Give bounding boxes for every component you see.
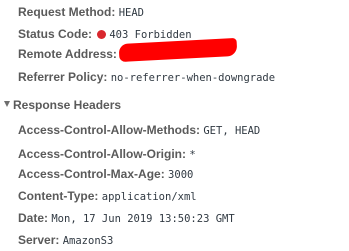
header-key: Access-Control-Max-Age: <box>18 167 165 181</box>
status-code-value: 403 Forbidden <box>109 29 192 41</box>
header-key: Server: <box>18 233 60 247</box>
header-row: Content-Type: application/xml <box>18 189 197 204</box>
remote-address-key: Remote Address: <box>18 47 117 61</box>
header-value: GET, HEAD <box>203 125 261 137</box>
header-key: Access-Control-Allow-Origin: <box>18 147 187 161</box>
header-value: application/xml <box>101 191 197 203</box>
request-method-row: Request Method: HEAD <box>18 5 144 20</box>
remote-address-row: Remote Address: <box>18 47 117 62</box>
response-headers-title: Response Headers <box>13 98 122 112</box>
status-code-row: Status Code: 403 Forbidden <box>18 27 192 42</box>
header-row: Server: AmazonS3 <box>18 233 113 248</box>
header-row: Access-Control-Allow-Methods: GET, HEAD <box>18 123 260 138</box>
header-value: AmazonS3 <box>62 235 114 247</box>
request-method-key: Request Method: <box>18 5 116 19</box>
response-headers-toggle[interactable]: Response Headers <box>4 98 121 112</box>
header-value: Mon, 17 Jun 2019 13:50:23 GMT <box>51 213 235 225</box>
referrer-policy-value: no-referrer-when-downgrade <box>110 72 276 84</box>
triangle-down-icon <box>4 101 10 107</box>
request-method-value: HEAD <box>118 7 144 19</box>
header-value: 3000 <box>168 169 194 181</box>
header-key: Content-Type: <box>18 189 99 203</box>
header-value: * <box>189 149 196 161</box>
header-row: Date: Mon, 17 Jun 2019 13:50:23 GMT <box>18 211 235 226</box>
header-row: Access-Control-Allow-Origin: * <box>18 147 196 162</box>
referrer-policy-key: Referrer Policy: <box>18 70 108 84</box>
status-code-key: Status Code: <box>18 27 93 41</box>
header-key: Access-Control-Allow-Methods: <box>18 123 201 137</box>
header-row: Access-Control-Max-Age: 3000 <box>18 167 193 182</box>
referrer-policy-row: Referrer Policy: no-referrer-when-downgr… <box>18 70 275 85</box>
status-error-icon <box>97 30 107 39</box>
header-key: Date: <box>18 211 49 225</box>
